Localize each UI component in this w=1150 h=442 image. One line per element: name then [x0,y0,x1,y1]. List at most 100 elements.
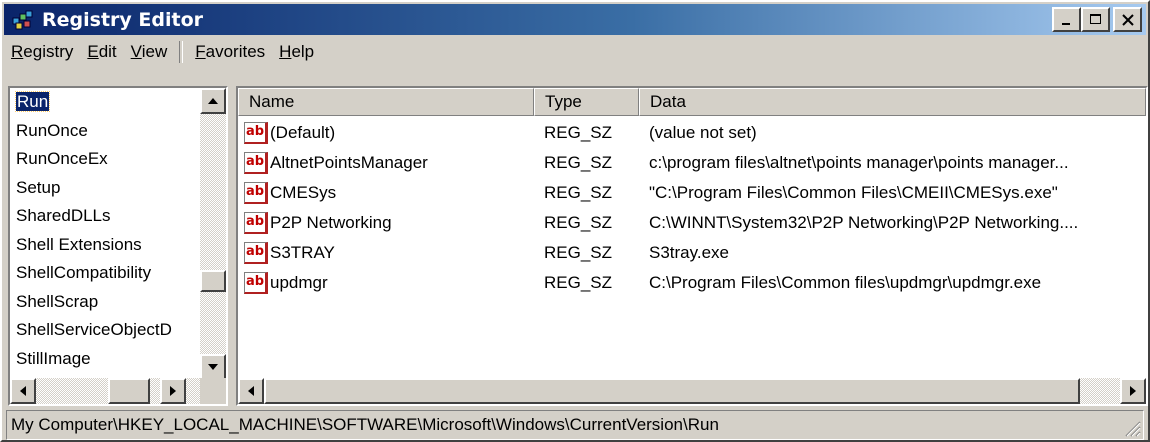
tree-item[interactable]: ShellServiceObjectD [10,316,200,345]
values-list-pane[interactable]: Name Type Data ab (Default) REG_SZ (value n… [236,86,1148,406]
tree-vertical-scrollbar[interactable] [200,88,226,380]
value-type: REG_SZ [544,183,613,202]
arrow-right-icon [1130,386,1136,396]
tree-item-label: SharedDLLs [16,206,111,225]
value-name-cell: ab (Default) [238,122,534,144]
value-name: (Default) [270,123,336,142]
reg-sz-icon: ab [244,212,268,234]
tree-item-label: ShellServiceObjectD [16,320,172,339]
maximize-icon [1089,14,1101,24]
pane-splitter[interactable] [228,86,236,406]
value-data: C:\Program Files\Common files\updmgr\upd… [649,273,1042,292]
column-header-type[interactable]: Type [534,88,639,116]
registry-editor-icon [10,8,36,32]
value-name: P2P Networking [270,213,392,232]
close-button[interactable] [1113,7,1142,32]
list-scroll-right-button[interactable] [1120,378,1146,404]
column-header-name[interactable]: Name [238,88,534,116]
reg-sz-icon: ab [244,242,268,264]
list-header: Name Type Data [238,88,1146,116]
list-horizontal-scroll-thumb[interactable] [264,378,1080,404]
tree-item[interactable]: Setup [10,174,200,203]
value-type: REG_SZ [544,243,613,262]
value-type: REG_SZ [544,273,613,292]
registry-editor-window: Registry Editor Registry Edit View Favor… [0,0,1150,442]
tree-item[interactable]: Run [10,88,200,117]
tree-item[interactable]: Shell Extensions [10,231,200,260]
value-name-cell: ab P2P Networking [238,212,534,234]
close-icon [1121,13,1134,26]
tree-vertical-scroll-thumb[interactable] [200,270,226,292]
value-name: CMESys [270,183,337,202]
arrow-left-icon [248,386,254,396]
scroll-left-button[interactable] [10,378,36,404]
menu-favorites[interactable]: Favorites [188,42,272,62]
value-name: AltnetPointsManager [270,153,428,172]
tree-item-label: RunOnceEx [16,149,108,168]
value-data: S3tray.exe [649,243,730,262]
tree-item-label: ShellScrap [16,291,99,311]
scroll-up-button[interactable] [200,88,226,114]
value-row[interactable]: ab CMESys REG_SZ "C:\Program Files\Common F… [238,178,1146,208]
tree-item-label: RunOnce [16,120,88,140]
arrow-up-icon [208,98,218,104]
tree-item[interactable]: RunOnceEx [10,145,200,174]
list-scroll-left-button[interactable] [238,378,264,404]
key-tree-list: Run RunOnce RunOnceEx Setup SharedDLLs Shell … [10,88,200,380]
menu-edit[interactable]: Edit [80,42,123,62]
arrow-down-icon [208,364,218,370]
menu-separator [179,41,184,63]
key-tree-pane[interactable]: Run RunOnce RunOnceEx Setup SharedDLLs Shell … [8,86,228,406]
column-header-data[interactable]: Data [639,88,1146,116]
menu-view[interactable]: View [124,42,175,62]
value-type: REG_SZ [544,153,613,172]
value-row[interactable]: ab (Default) REG_SZ (value not set) [238,118,1146,148]
value-row[interactable]: ab S3TRAY REG_SZ S3tray.exe [238,238,1146,268]
tree-item-label: ShellCompatibility [16,263,152,282]
value-type: REG_SZ [544,123,613,142]
value-name: updmgr [270,273,328,292]
minimize-button[interactable] [1052,7,1081,32]
value-row[interactable]: ab updmgr REG_SZ C:\Program Files\Common fi… [238,268,1146,298]
value-name-cell: ab CMESys [238,182,534,204]
tree-item-label: StillImage [16,348,91,368]
reg-sz-icon: ab [244,122,268,144]
tree-item[interactable]: SharedDLLs [10,202,200,231]
resize-grip-icon[interactable] [1121,417,1141,437]
tree-item[interactable]: StillImage [10,345,200,374]
value-type: REG_SZ [544,213,613,232]
value-name-cell: ab updmgr [238,272,534,294]
value-data: C:\WINNT\System32\P2P Networking\P2P Net… [649,213,1079,232]
status-path: My Computer\HKEY_LOCAL_MACHINE\SOFTWARE\… [11,415,719,434]
tree-horizontal-scrollbar[interactable] [10,378,200,404]
window-title: Registry Editor [42,8,203,31]
title-bar[interactable]: Registry Editor [4,4,1146,35]
tree-horizontal-scroll-thumb[interactable] [108,378,150,404]
scroll-right-button[interactable] [160,378,186,404]
tree-item-label: Shell Extensions [16,234,142,254]
menu-registry[interactable]: Registry [4,42,80,62]
reg-sz-icon: ab [244,272,268,294]
value-name: S3TRAY [270,243,335,262]
arrow-left-icon [20,386,26,396]
value-data: (value not set) [649,123,757,142]
menu-help[interactable]: Help [272,42,321,62]
values-list: ab (Default) REG_SZ (value not set) ab Altnet… [238,118,1146,298]
arrow-right-icon [170,386,176,396]
tree-item[interactable]: ShellScrap [10,288,200,317]
tree-item[interactable]: RunOnce [10,117,200,146]
reg-sz-icon: ab [244,182,268,204]
list-horizontal-scrollbar[interactable] [238,378,1146,404]
tree-item-label: Setup [16,177,61,197]
value-name-cell: ab AltnetPointsManager [238,152,534,174]
value-name-cell: ab S3TRAY [238,242,534,264]
value-row[interactable]: ab AltnetPointsManager REG_SZ c:\program fi… [238,148,1146,178]
value-data: c:\program files\altnet\points manager\p… [649,153,1069,172]
reg-sz-icon: ab [244,152,268,174]
value-row[interactable]: ab P2P Networking REG_SZ C:\WINNT\System32\… [238,208,1146,238]
minimize-icon [1061,22,1070,25]
scroll-down-button[interactable] [200,354,226,380]
status-bar: My Computer\HKEY_LOCAL_MACHINE\SOFTWARE\… [6,410,1144,440]
maximize-button[interactable] [1081,7,1110,32]
tree-item[interactable]: ShellCompatibility [10,259,200,288]
